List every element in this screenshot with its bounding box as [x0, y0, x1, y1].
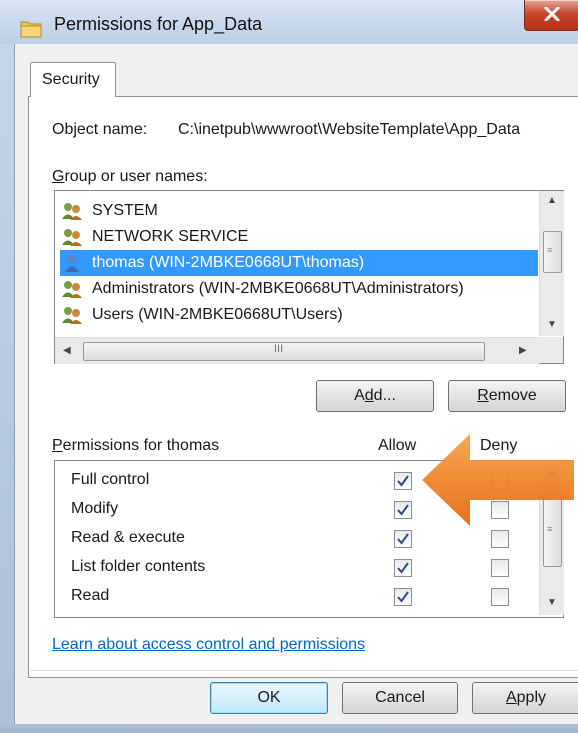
- group-icon: [62, 203, 82, 220]
- learn-more-link[interactable]: Learn about access control and permissio…: [52, 636, 365, 654]
- tab-security[interactable]: Security: [30, 62, 116, 97]
- scroll-down-icon[interactable]: ▼: [547, 319, 557, 330]
- allow-checkbox[interactable]: [394, 530, 412, 548]
- user-list-horizontal-scrollbar[interactable]: ◀ III ▶: [55, 337, 539, 364]
- allow-checkbox[interactable]: [394, 588, 412, 606]
- object-name-value: C:\inetpub\wwwroot\WebsiteTemplate\App_D…: [178, 121, 521, 138]
- orange-arrow-annotation: [422, 434, 574, 526]
- user-icon: [65, 254, 79, 272]
- scroll-down-icon[interactable]: ▼: [547, 597, 557, 608]
- checkmark-icon: [397, 562, 409, 574]
- apply-button[interactable]: Apply: [472, 682, 578, 714]
- checkmark-icon: [397, 475, 409, 487]
- tab-security-label: Security: [42, 71, 100, 88]
- list-item-label: NETWORK SERVICE: [92, 228, 249, 245]
- scroll-corner: [539, 337, 563, 363]
- allow-column-header: Allow: [378, 437, 417, 454]
- checkmark-icon: [397, 504, 409, 516]
- deny-checkbox[interactable]: [491, 559, 509, 577]
- list-item-label: SYSTEM: [92, 202, 158, 219]
- scroll-right-icon[interactable]: ▶: [519, 345, 527, 356]
- user-list[interactable]: SYSTEM NETWORK SERVICE thomas (WIN-2MBKE…: [54, 190, 564, 364]
- permission-row-list-folder-contents: List folder contents: [71, 554, 531, 582]
- remove-button[interactable]: Remove: [448, 380, 566, 412]
- deny-checkbox[interactable]: [491, 588, 509, 606]
- allow-checkbox[interactable]: [394, 472, 412, 490]
- window-title: Permissions for App_Data: [54, 14, 263, 34]
- separator: [30, 670, 578, 671]
- deny-checkbox[interactable]: [491, 530, 509, 548]
- checkmark-icon: [397, 533, 409, 545]
- horizontal-scroll-thumb[interactable]: III: [83, 342, 485, 361]
- title-bar[interactable]: Permissions for App_Data: [0, 0, 578, 44]
- scroll-up-icon[interactable]: ▲: [547, 195, 557, 206]
- close-icon: [544, 7, 560, 21]
- permission-name: Modify: [71, 500, 119, 517]
- close-button[interactable]: [524, 0, 578, 31]
- scroll-thumb-grip: III: [274, 343, 284, 355]
- list-item-users[interactable]: Users (WIN-2MBKE0668UT\Users): [60, 302, 538, 328]
- list-item-thomas[interactable]: thomas (WIN-2MBKE0668UT\thomas): [60, 250, 538, 276]
- folder-icon: [20, 21, 42, 38]
- allow-checkbox[interactable]: [394, 501, 412, 519]
- permission-name: Read: [71, 587, 110, 604]
- list-item-label: thomas (WIN-2MBKE0668UT\thomas): [92, 254, 365, 271]
- group-user-names-label: Group or user names:: [52, 168, 208, 185]
- permissions-label: Permissions for thomas: [52, 437, 220, 454]
- user-list-vertical-scrollbar[interactable]: ▲ ≡ ▼: [539, 191, 564, 336]
- list-item-label: Users (WIN-2MBKE0668UT\Users): [92, 306, 343, 323]
- permission-name: Full control: [71, 471, 150, 488]
- scroll-left-icon[interactable]: ◀: [63, 345, 71, 356]
- cancel-button[interactable]: Cancel: [342, 682, 458, 714]
- permission-name: List folder contents: [71, 558, 206, 575]
- list-item-administrators[interactable]: Administrators (WIN-2MBKE0668UT\Administ…: [60, 276, 538, 302]
- allow-checkbox[interactable]: [394, 559, 412, 577]
- group-icon: [62, 229, 82, 246]
- list-item-network-service[interactable]: NETWORK SERVICE: [60, 224, 538, 250]
- list-item-system[interactable]: SYSTEM: [60, 198, 538, 224]
- ok-button[interactable]: OK: [210, 682, 328, 714]
- scroll-thumb[interactable]: ≡: [543, 231, 562, 273]
- permission-row-read: Read: [71, 583, 531, 611]
- window-bottom-edge: [0, 724, 578, 733]
- group-icon: [62, 307, 82, 324]
- checkmark-icon: [397, 591, 409, 603]
- add-button[interactable]: Add...: [316, 380, 434, 412]
- list-item-label: Administrators (WIN-2MBKE0668UT\Administ…: [92, 280, 464, 297]
- object-name-label: Object name:: [52, 121, 148, 138]
- permission-name: Read & execute: [71, 529, 185, 546]
- group-icon: [62, 281, 82, 298]
